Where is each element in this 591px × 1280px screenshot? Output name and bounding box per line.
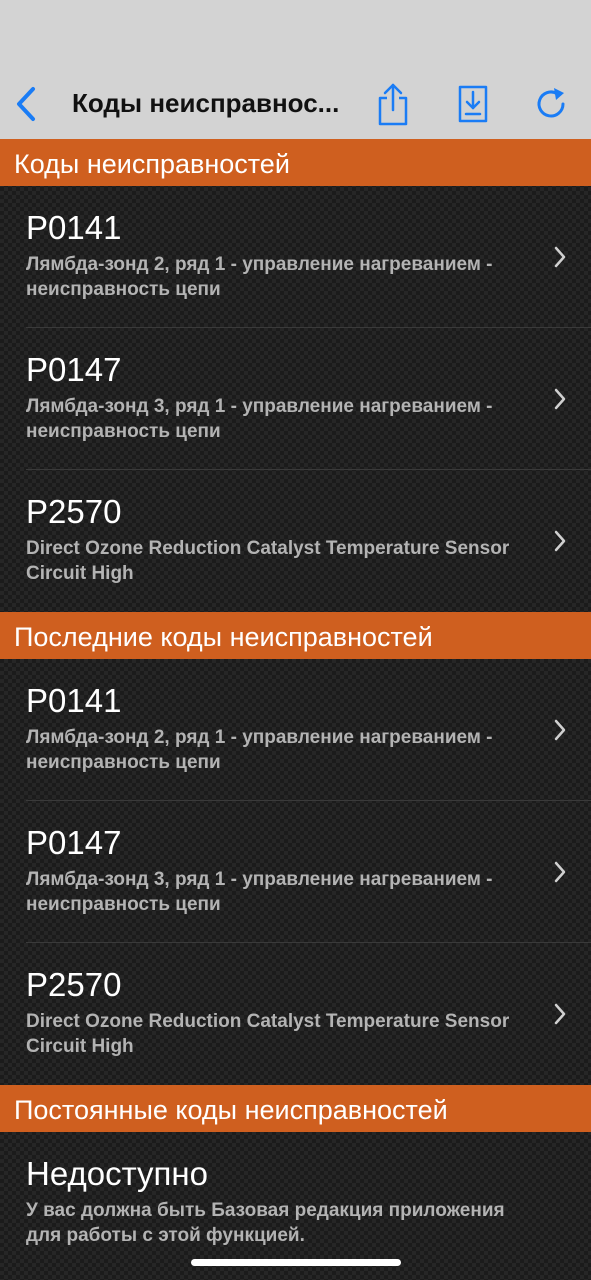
download-document-icon [458,85,488,123]
list-item-unavailable: Недоступно У вас должна быть Базовая ред… [0,1132,591,1274]
chevron-right-icon [554,388,566,410]
home-indicator[interactable] [191,1259,401,1266]
chevron-right-icon [554,530,566,552]
dtc-code: P0141 [26,682,122,719]
list-item[interactable]: P2570 Direct Ozone Reduction Catalyst Te… [0,470,591,612]
chevron-left-icon [17,87,35,121]
list-item[interactable]: P0141 Лямбда-зонд 2, ряд 1 - управление … [0,186,591,328]
share-button[interactable] [369,80,417,128]
back-button[interactable] [8,82,44,126]
dtc-code: P0141 [26,209,122,246]
unavailable-message: У вас должна быть Базовая редакция прило… [26,1200,505,1246]
dtc-code: P0147 [26,351,122,388]
dtc-description: Лямбда-зонд 3, ряд 1 - управление нагрев… [26,869,493,915]
dtc-code: P2570 [26,966,122,1003]
refresh-button[interactable] [527,80,575,128]
dtc-code: P2570 [26,493,122,530]
export-button[interactable] [449,80,497,128]
share-icon [378,83,408,126]
dtc-description: Лямбда-зонд 2, ряд 1 - управление нагрев… [26,727,493,773]
navigation-bar: Коды неисправнос... [0,0,591,140]
refresh-icon [537,88,565,118]
chevron-right-icon [554,719,566,741]
dtc-description: Лямбда-зонд 2, ряд 1 - управление нагрев… [26,254,493,300]
unavailable-title: Недоступно [26,1155,208,1192]
section-header-codes: Коды неисправностей [0,139,591,186]
dtc-list: Коды неисправностей P0141 Лямбда-зонд 2,… [0,139,591,1280]
list-item[interactable]: P0141 Лямбда-зонд 2, ряд 1 - управление … [0,659,591,801]
dtc-code: P0147 [26,824,122,861]
dtc-description: Direct Ozone Reduction Catalyst Temperat… [26,1011,510,1057]
dtc-description: Лямбда-зонд 3, ряд 1 - управление нагрев… [26,396,493,442]
list-item[interactable]: P0147 Лямбда-зонд 3, ряд 1 - управление … [0,801,591,943]
chevron-right-icon [554,861,566,883]
chevron-right-icon [554,1003,566,1025]
list-item[interactable]: P0147 Лямбда-зонд 3, ряд 1 - управление … [0,328,591,470]
chevron-right-icon [554,246,566,268]
section-header-permanent-codes: Постоянные коды неисправностей [0,1085,591,1132]
page-title: Коды неисправнос... [72,88,340,118]
dtc-description: Direct Ozone Reduction Catalyst Temperat… [26,538,510,584]
section-header-recent-codes: Последние коды неисправностей [0,612,591,659]
list-item[interactable]: P2570 Direct Ozone Reduction Catalyst Te… [0,943,591,1085]
